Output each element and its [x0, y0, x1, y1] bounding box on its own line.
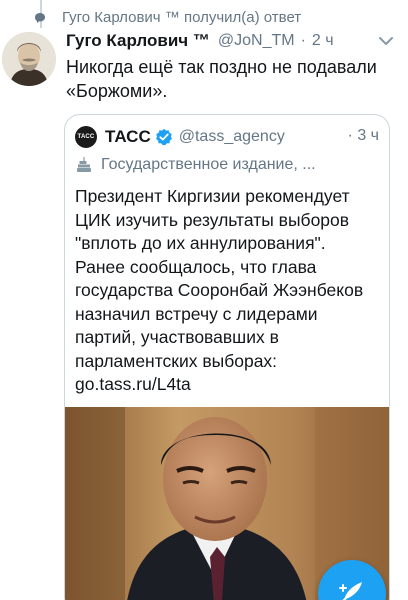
quoted-separator: ·	[347, 127, 353, 144]
quoted-tweet-card[interactable]: ТАСС ТАСС @tass_agency · 3 ч Государстве…	[64, 114, 390, 600]
author-handle[interactable]: @JoN_TM	[218, 32, 295, 50]
tweet-header: Гуго Карлович ™ @JoN_TM · 2 ч	[66, 30, 392, 52]
avatar[interactable]	[2, 32, 56, 86]
chevron-down-icon[interactable]	[378, 34, 394, 46]
quoted-tweet-text: Президент Киргизии рекомендует ЦИК изучи…	[75, 186, 364, 394]
quoted-time[interactable]: 3 ч	[357, 127, 379, 144]
state-media-label-text: Государственное издание, ...	[101, 156, 316, 173]
speech-bubble-icon	[34, 11, 46, 23]
verified-badge-icon	[155, 128, 173, 146]
quoted-author-name[interactable]: ТАСС	[105, 127, 151, 147]
government-building-icon	[75, 156, 93, 174]
social-context[interactable]: Гуго Карлович ™ получил(а) ответ	[34, 7, 301, 27]
tweet-time[interactable]: 2 ч	[312, 32, 334, 50]
social-context-text: Гуго Карлович ™ получил(а) ответ	[62, 8, 302, 26]
state-media-label[interactable]: Государственное издание, ...	[75, 154, 379, 176]
tweet-text: Никогда ещё так поздно не подавали «Борж…	[66, 57, 377, 101]
author-name[interactable]: Гуго Карлович ™	[66, 31, 210, 51]
quoted-header: ТАСС ТАСС @tass_agency · 3 ч	[75, 125, 379, 149]
quoted-avatar[interactable]: ТАСС	[75, 126, 97, 148]
compose-tweet-icon	[339, 582, 362, 600]
separator-dot: ·	[300, 32, 306, 49]
quoted-handle[interactable]: @tass_agency	[179, 128, 285, 146]
quoted-time-wrap: · 3 ч	[348, 127, 379, 145]
